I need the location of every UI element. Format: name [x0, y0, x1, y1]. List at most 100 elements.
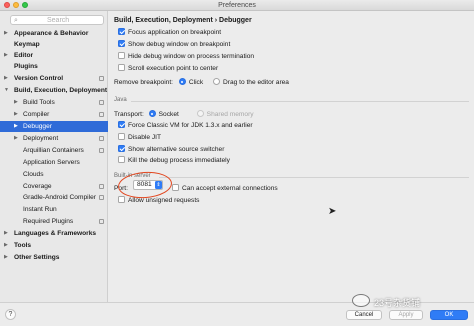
window-title: Preferences — [218, 2, 256, 9]
expand-arrow-icon: ▶ — [4, 52, 8, 58]
remove-breakpoint-click-radio[interactable] — [178, 78, 186, 85]
socket-radio[interactable] — [148, 110, 156, 117]
debugger-settings-panel: Build, Execution, Deployment › Debugger … — [109, 11, 474, 315]
sidebar-item-clouds[interactable]: Clouds — [0, 170, 108, 179]
sidebar-item-label: Required Plugins — [23, 218, 74, 225]
sidebar-item-gradle-android-compiler[interactable]: Gradle-Android Compiler — [0, 193, 108, 202]
project-settings-icon — [99, 136, 104, 141]
sidebar-item-label: Plugins — [14, 63, 38, 70]
sidebar-item-label: Editor — [14, 52, 34, 59]
option-force-classic-vm[interactable]: Force Classic VM for JDK 1.3.x and earli… — [118, 121, 253, 130]
shared-memory-radio[interactable] — [196, 110, 204, 117]
cancel-button[interactable]: Cancel — [346, 310, 382, 320]
project-settings-icon — [99, 195, 104, 200]
sidebar-item-languages-frameworks[interactable]: ▶ Languages & Frameworks — [0, 229, 108, 238]
focus-application-checkbox[interactable] — [118, 28, 125, 35]
option-show-alternative-source[interactable]: Show alternative source switcher — [118, 145, 224, 154]
sidebar-item-label: Build Tools — [23, 99, 55, 106]
show-debug-window-checkbox[interactable] — [118, 40, 125, 47]
sidebar-item-label: Keymap — [14, 41, 40, 48]
checkbox-label: Focus application on breakpoint — [128, 29, 222, 36]
search-placeholder: Search — [47, 17, 70, 24]
sidebar-item-application-servers[interactable]: Application Servers — [0, 158, 108, 167]
hide-debug-window-checkbox[interactable] — [118, 52, 125, 59]
radio-label: Socket — [158, 111, 179, 118]
option-scroll-execution-point[interactable]: Scroll execution point to center — [118, 64, 218, 73]
sidebar-item-instant-run[interactable]: Instant Run — [0, 205, 108, 214]
project-settings-icon — [99, 148, 104, 153]
apply-button[interactable]: Apply — [389, 310, 423, 320]
show-alternative-source-checkbox[interactable] — [118, 145, 125, 152]
option-kill-debug-process[interactable]: Kill the debug process immediately — [118, 156, 230, 165]
help-button[interactable]: ? — [5, 309, 16, 320]
sidebar-item-deployment[interactable]: ▶ Deployment — [0, 134, 108, 143]
sidebar-item-label: Arquillian Containers — [23, 147, 84, 154]
sidebar-item-label: Languages & Frameworks — [14, 230, 97, 237]
project-settings-icon — [99, 112, 104, 117]
sidebar-item-debugger[interactable]: ▶ Debugger — [0, 121, 108, 132]
transport-row: Transport: Socket Shared memory — [114, 110, 254, 119]
sidebar-item-version-control[interactable]: ▶ Version Control — [0, 74, 108, 83]
sidebar-item-plugins[interactable]: Plugins — [0, 62, 108, 71]
java-section-divider — [131, 101, 469, 102]
sidebar-item-arquillian-containers[interactable]: Arquillian Containers — [0, 146, 108, 155]
expand-arrow-icon: ▶ — [4, 30, 8, 36]
remove-breakpoint-label: Remove breakpoint: — [114, 79, 174, 86]
checkbox-label: Force Classic VM for JDK 1.3.x and earli… — [128, 122, 253, 129]
project-settings-icon — [99, 184, 104, 189]
sidebar-item-build-execution-deployment[interactable]: ▼ Build, Execution, Deployment — [0, 86, 108, 95]
settings-sidebar: ⌕ Search ▶ Appearance & Behavior Keymap … — [0, 11, 108, 315]
allow-unsigned-checkbox[interactable] — [118, 196, 125, 203]
expand-arrow-icon: ▶ — [14, 111, 18, 117]
expand-arrow-icon: ▶ — [4, 254, 8, 260]
option-hide-debug-window[interactable]: Hide debug window on process termination — [118, 52, 254, 61]
sidebar-item-keymap[interactable]: Keymap — [0, 40, 108, 49]
collapse-arrow-icon: ▼ — [4, 87, 9, 93]
checkbox-label: Disable JIT — [128, 134, 161, 141]
checkbox-label: Show alternative source switcher — [128, 146, 225, 153]
sidebar-item-other-settings[interactable]: ▶ Other Settings — [0, 253, 108, 262]
sidebar-item-label: Appearance & Behavior — [14, 30, 89, 37]
search-icon: ⌕ — [14, 17, 18, 24]
force-classic-vm-checkbox[interactable] — [118, 121, 125, 128]
kill-debug-process-checkbox[interactable] — [118, 156, 125, 163]
option-focus-application[interactable]: Focus application on breakpoint — [118, 28, 221, 37]
sidebar-item-appearance[interactable]: ▶ Appearance & Behavior — [0, 29, 108, 38]
sidebar-item-compiler[interactable]: ▶ Compiler — [0, 110, 108, 119]
sidebar-item-build-tools[interactable]: ▶ Build Tools — [0, 98, 108, 107]
search-input[interactable]: ⌕ Search — [10, 15, 104, 25]
builtin-server-section-divider — [159, 177, 469, 178]
sidebar-item-tools[interactable]: ▶ Tools — [0, 241, 108, 250]
sidebar-item-label: Other Settings — [14, 254, 60, 261]
option-can-accept-external[interactable]: Can accept external connections — [172, 184, 278, 193]
sidebar-item-label: Coverage — [23, 183, 52, 190]
expand-arrow-icon: ▶ — [4, 75, 8, 81]
option-allow-unsigned[interactable]: Allow unsigned requests — [118, 196, 199, 205]
transport-label: Transport: — [114, 111, 144, 118]
remove-breakpoint-drag-radio[interactable] — [213, 78, 220, 85]
expand-arrow-icon: ▶ — [14, 135, 18, 141]
sidebar-item-coverage[interactable]: Coverage — [0, 182, 108, 191]
remove-breakpoint-row: Remove breakpoint: Click Drag to the edi… — [114, 78, 289, 87]
disable-jit-checkbox[interactable] — [118, 133, 125, 140]
checkbox-label: Scroll execution point to center — [128, 65, 219, 72]
sidebar-item-label: Tools — [14, 242, 32, 249]
checkbox-label: Can accept external connections — [182, 185, 278, 192]
sidebar-item-label: Compiler — [23, 111, 50, 118]
can-accept-external-checkbox[interactable] — [172, 184, 179, 191]
expand-arrow-icon: ▶ — [4, 230, 8, 236]
option-show-debug-window[interactable]: Show debug window on breakpoint — [118, 40, 230, 49]
scroll-execution-point-checkbox[interactable] — [118, 64, 125, 71]
sidebar-item-label: Deployment — [23, 135, 59, 142]
radio-label: Drag to the editor area — [223, 79, 289, 86]
project-settings-icon — [99, 76, 104, 81]
expand-arrow-icon: ▶ — [14, 123, 18, 129]
sidebar-item-required-plugins[interactable]: Required Plugins — [0, 217, 108, 226]
sidebar-item-label: Instant Run — [23, 206, 57, 213]
option-disable-jit[interactable]: Disable JIT — [118, 133, 161, 142]
sidebar-item-editor[interactable]: ▶ Editor — [0, 51, 108, 60]
ok-button[interactable]: OK — [430, 310, 468, 320]
watermark-logo-icon — [352, 294, 370, 307]
expand-arrow-icon: ▶ — [4, 242, 8, 248]
java-section-title: Java — [114, 97, 127, 103]
